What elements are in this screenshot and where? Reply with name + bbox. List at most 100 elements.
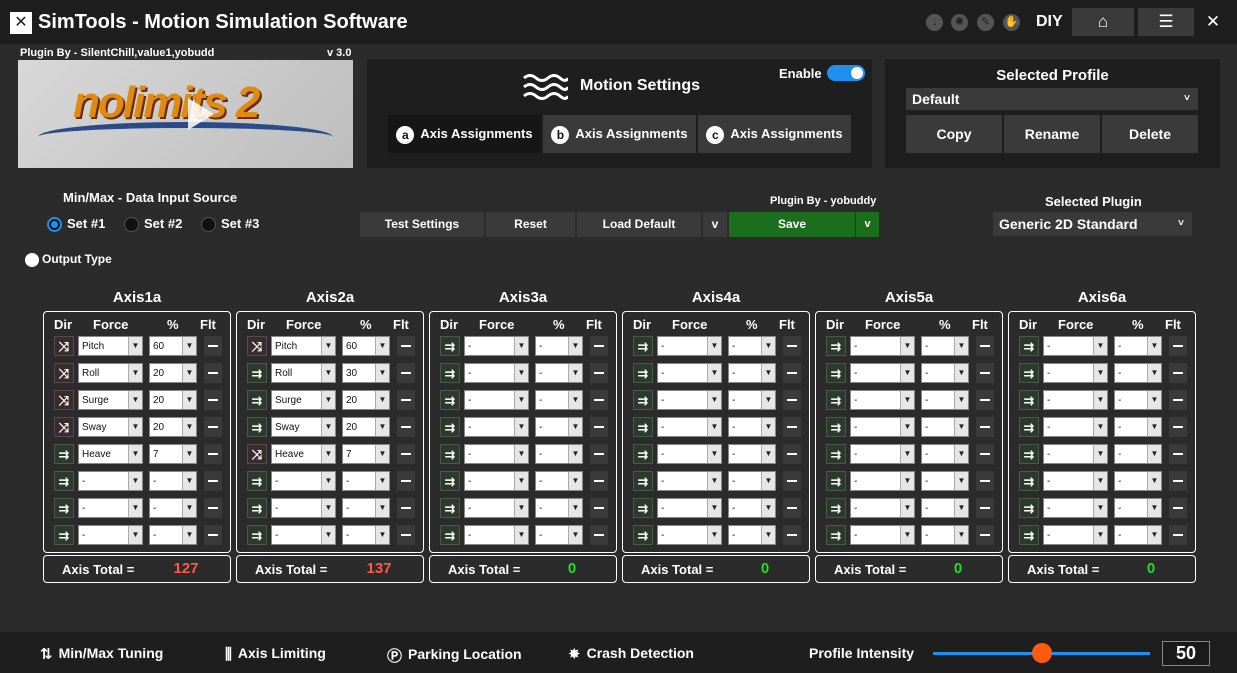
force-select[interactable]: - ▼ xyxy=(850,498,915,518)
force-select[interactable]: - ▼ xyxy=(464,525,529,545)
filter-button[interactable] xyxy=(204,471,222,491)
filter-button[interactable] xyxy=(783,363,801,383)
profile-select[interactable]: Default ˅ xyxy=(906,88,1198,110)
double-arrow-icon[interactable]: ⇉ xyxy=(1019,336,1039,356)
percent-select[interactable]: - ▼ xyxy=(535,471,583,491)
percent-select[interactable]: - ▼ xyxy=(921,444,969,464)
double-arrow-icon[interactable]: ⇉ xyxy=(826,390,846,410)
radio-set-3[interactable]: Set #3 xyxy=(201,216,259,233)
filter-button[interactable] xyxy=(976,363,994,383)
double-arrow-icon[interactable]: ⇉ xyxy=(826,417,846,437)
filter-button[interactable] xyxy=(976,498,994,518)
save-dropdown[interactable]: v xyxy=(856,212,879,237)
force-select[interactable]: - ▼ xyxy=(1043,525,1108,545)
force-select[interactable]: Heave ▼ xyxy=(78,444,143,464)
filter-button[interactable] xyxy=(397,525,415,545)
percent-select[interactable]: 7 ▼ xyxy=(342,444,390,464)
filter-button[interactable] xyxy=(204,444,222,464)
download-icon[interactable]: ↓ xyxy=(926,14,943,31)
double-arrow-icon[interactable]: ⇉ xyxy=(826,525,846,545)
force-select[interactable]: - ▼ xyxy=(850,336,915,356)
force-select[interactable]: - ▼ xyxy=(1043,390,1108,410)
force-select[interactable]: - ▼ xyxy=(464,444,529,464)
percent-select[interactable]: - ▼ xyxy=(921,417,969,437)
minmax-tuning-button[interactable]: ⇅ Min/Max Tuning xyxy=(40,645,163,663)
filter-button[interactable] xyxy=(1169,525,1187,545)
double-arrow-icon[interactable]: ⇉ xyxy=(440,417,460,437)
filter-button[interactable] xyxy=(590,363,608,383)
double-arrow-icon[interactable]: ⇉ xyxy=(440,525,460,545)
double-arrow-icon[interactable]: ⇉ xyxy=(247,363,267,383)
shuffle-icon[interactable]: ⤨ xyxy=(54,417,74,437)
double-arrow-icon[interactable]: ⇉ xyxy=(1019,498,1039,518)
filter-button[interactable] xyxy=(204,363,222,383)
filter-button[interactable] xyxy=(397,336,415,356)
shuffle-icon[interactable]: ⤨ xyxy=(54,390,74,410)
force-select[interactable]: - ▼ xyxy=(464,471,529,491)
double-arrow-icon[interactable]: ⇉ xyxy=(1019,471,1039,491)
force-select[interactable]: - ▼ xyxy=(657,471,722,491)
delete-button[interactable]: Delete xyxy=(1102,115,1198,153)
percent-select[interactable]: - ▼ xyxy=(1114,498,1162,518)
percent-select[interactable]: 60 ▼ xyxy=(342,336,390,356)
double-arrow-icon[interactable]: ⇉ xyxy=(440,498,460,518)
filter-button[interactable] xyxy=(976,390,994,410)
force-select[interactable]: - ▼ xyxy=(1043,471,1108,491)
percent-select[interactable]: - ▼ xyxy=(1114,444,1162,464)
percent-select[interactable]: - ▼ xyxy=(921,390,969,410)
force-select[interactable]: - ▼ xyxy=(271,525,336,545)
percent-select[interactable]: - ▼ xyxy=(1114,417,1162,437)
force-select[interactable]: - ▼ xyxy=(464,498,529,518)
percent-select[interactable]: 20 ▼ xyxy=(149,363,197,383)
force-select[interactable]: - ▼ xyxy=(657,498,722,518)
hand-icon[interactable]: ✋ xyxy=(1003,14,1020,31)
double-arrow-icon[interactable]: ⇉ xyxy=(54,444,74,464)
double-arrow-icon[interactable]: ⇉ xyxy=(826,498,846,518)
force-select[interactable]: Sway ▼ xyxy=(271,417,336,437)
force-select[interactable]: - ▼ xyxy=(657,525,722,545)
filter-button[interactable] xyxy=(1169,336,1187,356)
filter-button[interactable] xyxy=(397,498,415,518)
force-select[interactable]: Sway ▼ xyxy=(78,417,143,437)
force-select[interactable]: - ▼ xyxy=(657,444,722,464)
intensity-slider-knob[interactable] xyxy=(1031,643,1052,663)
percent-select[interactable]: 20 ▼ xyxy=(342,417,390,437)
menu-button[interactable]: ☰ xyxy=(1138,8,1194,36)
radio-set-1[interactable]: Set #1 xyxy=(47,216,105,233)
edit-icon[interactable]: ✎ xyxy=(977,14,994,31)
double-arrow-icon[interactable]: ⇉ xyxy=(440,363,460,383)
shuffle-icon[interactable]: ⤨ xyxy=(247,336,267,356)
percent-select[interactable]: - ▼ xyxy=(535,444,583,464)
percent-select[interactable]: - ▼ xyxy=(921,498,969,518)
filter-button[interactable] xyxy=(590,336,608,356)
percent-select[interactable]: - ▼ xyxy=(728,525,776,545)
filter-button[interactable] xyxy=(590,498,608,518)
force-select[interactable]: Roll ▼ xyxy=(78,363,143,383)
percent-select[interactable]: - ▼ xyxy=(149,471,197,491)
double-arrow-icon[interactable]: ⇉ xyxy=(247,417,267,437)
parking-location-button[interactable]: Ⓟ Parking Location xyxy=(387,645,522,666)
filter-button[interactable] xyxy=(590,417,608,437)
double-arrow-icon[interactable]: ⇉ xyxy=(440,471,460,491)
double-arrow-icon[interactable]: ⇉ xyxy=(440,444,460,464)
filter-button[interactable] xyxy=(1169,390,1187,410)
double-arrow-icon[interactable]: ⇉ xyxy=(1019,390,1039,410)
double-arrow-icon[interactable]: ⇉ xyxy=(247,525,267,545)
filter-button[interactable] xyxy=(976,417,994,437)
test-settings-button[interactable]: Test Settings xyxy=(360,212,484,237)
force-select[interactable]: Roll ▼ xyxy=(271,363,336,383)
force-select[interactable]: - ▼ xyxy=(271,471,336,491)
double-arrow-icon[interactable]: ⇉ xyxy=(633,471,653,491)
close-button[interactable]: ✕ xyxy=(1198,8,1228,36)
shuffle-icon[interactable]: ⤨ xyxy=(54,363,74,383)
filter-button[interactable] xyxy=(783,525,801,545)
double-arrow-icon[interactable]: ⇉ xyxy=(54,525,74,545)
filter-button[interactable] xyxy=(204,390,222,410)
percent-select[interactable]: - ▼ xyxy=(1114,336,1162,356)
double-arrow-icon[interactable]: ⇉ xyxy=(633,363,653,383)
double-arrow-icon[interactable]: ⇉ xyxy=(440,336,460,356)
force-select[interactable]: - ▼ xyxy=(1043,498,1108,518)
filter-button[interactable] xyxy=(590,444,608,464)
force-select[interactable]: - ▼ xyxy=(850,525,915,545)
filter-button[interactable] xyxy=(1169,471,1187,491)
